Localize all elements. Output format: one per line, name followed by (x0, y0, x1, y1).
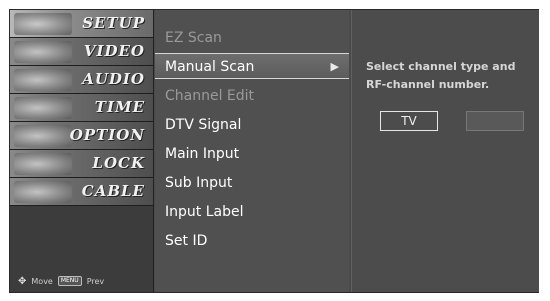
menu-item-label: DTV Signal (165, 117, 242, 133)
tab-setup[interactable]: SETUP (10, 10, 153, 38)
instruction-text: Select channel type and RF-channel numbe… (366, 60, 516, 91)
setup-menu-window: SETUP VIDEO AUDIO TIME OPTION LOCK CABLE… (9, 9, 539, 293)
time-tab-art-icon (14, 97, 72, 119)
navigation-legend: ✥ Move MENU Prev (18, 274, 148, 288)
cable-channel-button[interactable] (466, 111, 524, 131)
tv-button[interactable]: TV (380, 111, 438, 131)
tab-label: LOCK (92, 154, 145, 172)
menu-item-dtv-signal[interactable]: DTV Signal (155, 112, 349, 138)
category-sidebar: SETUP VIDEO AUDIO TIME OPTION LOCK CABLE… (10, 10, 154, 292)
audio-tab-art-icon (14, 69, 72, 91)
tab-video[interactable]: VIDEO (10, 38, 153, 66)
option-tab-art-icon (14, 125, 72, 147)
lock-tab-art-icon (14, 153, 72, 175)
menu-item-label: EZ Scan (165, 30, 222, 46)
manual-scan-panel: Select channel type and RF-channel numbe… (351, 10, 539, 292)
tab-label: CABLE (81, 182, 145, 200)
menu-item-label: Input Label (165, 204, 244, 220)
video-tab-art-icon (14, 41, 72, 63)
tab-option[interactable]: OPTION (10, 122, 153, 150)
menu-key-icon: MENU (57, 276, 82, 286)
tab-label: TIME (94, 98, 145, 116)
menu-item-input-label[interactable]: Input Label (155, 199, 349, 225)
menu-item-label: Set ID (165, 233, 208, 249)
cable-tab-art-icon (14, 181, 72, 203)
menu-item-label: Sub Input (165, 175, 233, 191)
menu-item-ez-scan[interactable]: EZ Scan (155, 25, 349, 51)
tab-cable[interactable]: CABLE (10, 178, 153, 206)
tab-lock[interactable]: LOCK (10, 150, 153, 178)
move-arrows-icon: ✥ (18, 275, 27, 287)
tab-label: OPTION (69, 126, 145, 144)
menu-item-sub-input[interactable]: Sub Input (155, 170, 349, 196)
tab-label: VIDEO (83, 42, 145, 60)
menu-item-main-input[interactable]: Main Input (155, 141, 349, 167)
menu-item-set-id[interactable]: Set ID (155, 228, 349, 254)
menu-item-channel-edit[interactable]: Channel Edit (155, 83, 349, 109)
tab-label: AUDIO (82, 70, 145, 88)
menu-item-label: Manual Scan (165, 59, 255, 75)
submenu-arrow-icon: ▶ (330, 60, 339, 73)
prev-label: Prev (86, 276, 105, 286)
menu-item-label: Main Input (165, 146, 240, 162)
tab-time[interactable]: TIME (10, 94, 153, 122)
tab-audio[interactable]: AUDIO (10, 66, 153, 94)
tab-label: SETUP (82, 14, 145, 32)
setup-submenu: EZ Scan Manual Scan ▶ Channel Edit DTV S… (155, 10, 349, 292)
move-label: Move (31, 276, 53, 286)
menu-item-manual-scan[interactable]: Manual Scan ▶ (155, 53, 349, 79)
setup-tab-art-icon (14, 13, 72, 35)
menu-item-label: Channel Edit (165, 88, 255, 104)
